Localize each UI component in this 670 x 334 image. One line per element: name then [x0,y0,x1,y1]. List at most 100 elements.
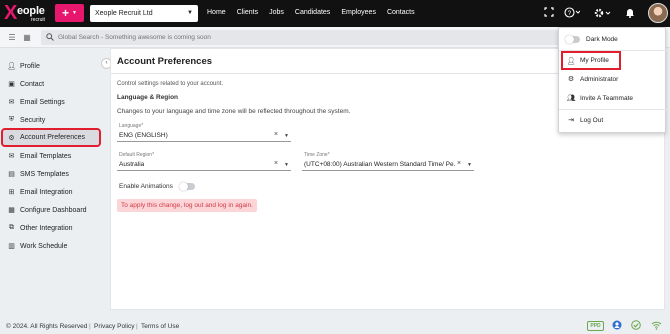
ppd-badge[interactable]: PPD [587,321,604,331]
menu-item-label: Invite A Teammate [580,94,633,102]
menu-item-label: My Profile [580,57,609,64]
account-prefs-icon: ⚙ [8,134,15,142]
terms-of-use-link[interactable]: Terms of Use [141,323,179,330]
sidebar-item-other-integration[interactable]: ⧉ Other Integration [6,221,98,235]
sidebar-item-email-integration[interactable]: ⊞ Email Integration [6,185,98,199]
sidebar-item-work-schedule[interactable]: ▥ Work Schedule [6,239,98,253]
clear-icon[interactable]: × [274,160,278,167]
contact-card-icon: ▣ [8,81,15,88]
divider [559,109,667,110]
sidebar-item-label: Contact [20,80,45,88]
caret-down-icon: ▼ [187,10,193,16]
sidebar-item-label: Account Preferences [20,134,85,141]
nav-jobs[interactable]: Jobs [269,9,284,16]
my-profile-menu-item[interactable]: 👤︎ My Profile [561,51,621,70]
xeople-logo[interactable]: X eople recruit [4,2,52,25]
integration-icon: ⊞ [8,189,15,196]
notifications-icon[interactable] [625,7,635,22]
nav-employees[interactable]: Employees [341,9,376,16]
shield-icon: ⛨ [8,116,15,123]
help-icon[interactable]: ? [564,7,581,22]
dark-mode-toggle[interactable] [565,34,580,44]
sidebar-item-label: Email Templates [20,152,72,160]
quick-add-button[interactable]: + ▼ [55,4,84,22]
sidebar-item-account-preferences[interactable]: ⚙ Account Preferences [1,128,101,147]
wifi-icon[interactable] [651,320,662,332]
footer: © 2024. All Rights Reserved | Privacy Po… [0,318,670,334]
avatar[interactable] [648,3,668,23]
fullscreen-icon[interactable] [544,7,554,21]
sidebar-item-label: Email Settings [20,98,65,106]
enable-animations-row: Enable Animations [119,182,195,191]
sidebar-item-profile[interactable]: 👤︎ Profile [6,59,98,73]
nav-home[interactable]: Home [207,9,226,16]
logo-word: eople [17,5,45,17]
language-label: Language* [119,123,144,129]
sidebar-item-label: Work Schedule [20,242,68,250]
check-circle-icon[interactable] [631,320,641,332]
sidebar-item-label: Email Integration [20,188,73,196]
language-select[interactable]: Language* ENG (ENGLISH) × ▼ [117,123,291,142]
timezone-value: (UTC+08:00) Australian Western Standard … [304,161,456,168]
administrator-menu-item[interactable]: ⚙ Administrator [565,72,618,86]
admin-icon: ⚙ [567,76,575,83]
clear-icon[interactable]: × [274,131,278,138]
sidebar-item-configure-dashboard[interactable]: ▦ Configure Dashboard [6,203,98,217]
invite-teammate-menu-item[interactable]: 👥︎ Invite A Teammate [565,91,633,105]
sidebar-item-security[interactable]: ⛨ Security [6,113,98,127]
timezone-label: Time Zone* [304,152,330,158]
sidebar-item-label: Other Integration [20,224,73,232]
sidebar-item-label: Security [20,116,46,124]
privacy-policy-link[interactable]: Privacy Policy [94,323,134,330]
clear-icon[interactable]: × [457,160,461,167]
caret-down-icon[interactable]: ▼ [284,162,289,168]
calendar-icon: ▥ [8,243,15,250]
nav-candidates[interactable]: Candidates [295,9,330,16]
copyright-text: © 2024. All Rights Reserved [6,323,88,330]
log-out-menu-item[interactable]: ⇥ Log Out [565,113,603,127]
caret-down-icon[interactable]: ▼ [467,162,472,168]
dark-mode-label: Dark Mode [586,35,618,43]
envelope-icon: ✉ [8,99,15,106]
page-title: Account Preferences [117,56,213,67]
list-view-icon[interactable]: ☰ [5,31,19,44]
section-description: Changes to your language and time zone w… [117,108,351,115]
settings-sidebar: 👤︎ Profile ▣ Contact ✉ Email Settings ⛨ Secu… [0,48,106,316]
logout-icon: ⇥ [568,117,574,124]
default-region-select[interactable]: Default Region* Australia × ▼ [117,152,291,171]
profile-dropdown-menu: Dark Mode 👤︎ My Profile ⚙ Administrator 👥︎… [558,27,667,133]
nav-contacts[interactable]: Contacts [387,9,415,16]
dashboard-icon: ▦ [8,207,15,214]
caret-down-icon[interactable]: ▼ [284,133,289,139]
logo-sub: recruit [31,17,45,23]
sidebar-item-sms-templates[interactable]: ▤ SMS Templates [6,167,98,181]
main-nav: Home Clients Jobs Candidates Employees C… [207,9,426,16]
search-input[interactable] [58,34,458,41]
caret-down-icon: ▼ [72,10,77,16]
svg-text:?: ? [568,10,572,17]
user-status-icon[interactable] [612,320,622,332]
person-icon: 👤︎ [7,63,16,70]
menu-item-label: Log Out [580,116,604,124]
link-icon: ⧉ [9,224,14,231]
sidebar-item-email-settings[interactable]: ✉ Email Settings [6,95,98,109]
settings-icon[interactable] [593,7,611,23]
sidebar-item-label: Profile [20,62,40,70]
sms-icon: ▤ [8,171,15,178]
sidebar-item-label: SMS Templates [20,170,69,178]
global-search[interactable] [41,30,561,45]
sidebar-item-contact[interactable]: ▣ Contact [6,77,98,91]
envelope-icon: ✉ [8,153,15,160]
company-select[interactable]: Xeople Recruit Ltd ▼ [90,5,198,22]
chevron-left-icon: ‹ [105,60,108,66]
nav-clients[interactable]: Clients [237,9,258,16]
sidebar-item-email-templates[interactable]: ✉ Email Templates [6,149,98,163]
menu-item-label: Administrator [580,75,619,83]
footer-separator: | [89,323,91,330]
section-title: Language & Region [117,94,179,101]
time-zone-select[interactable]: Time Zone* (UTC+08:00) Australian Wester… [302,152,474,171]
dark-mode-toggle-row[interactable]: Dark Mode [565,32,618,46]
plus-icon: + [62,6,70,20]
enable-animations-toggle[interactable] [178,182,195,191]
grid-view-icon[interactable]: ▦ [20,31,34,44]
